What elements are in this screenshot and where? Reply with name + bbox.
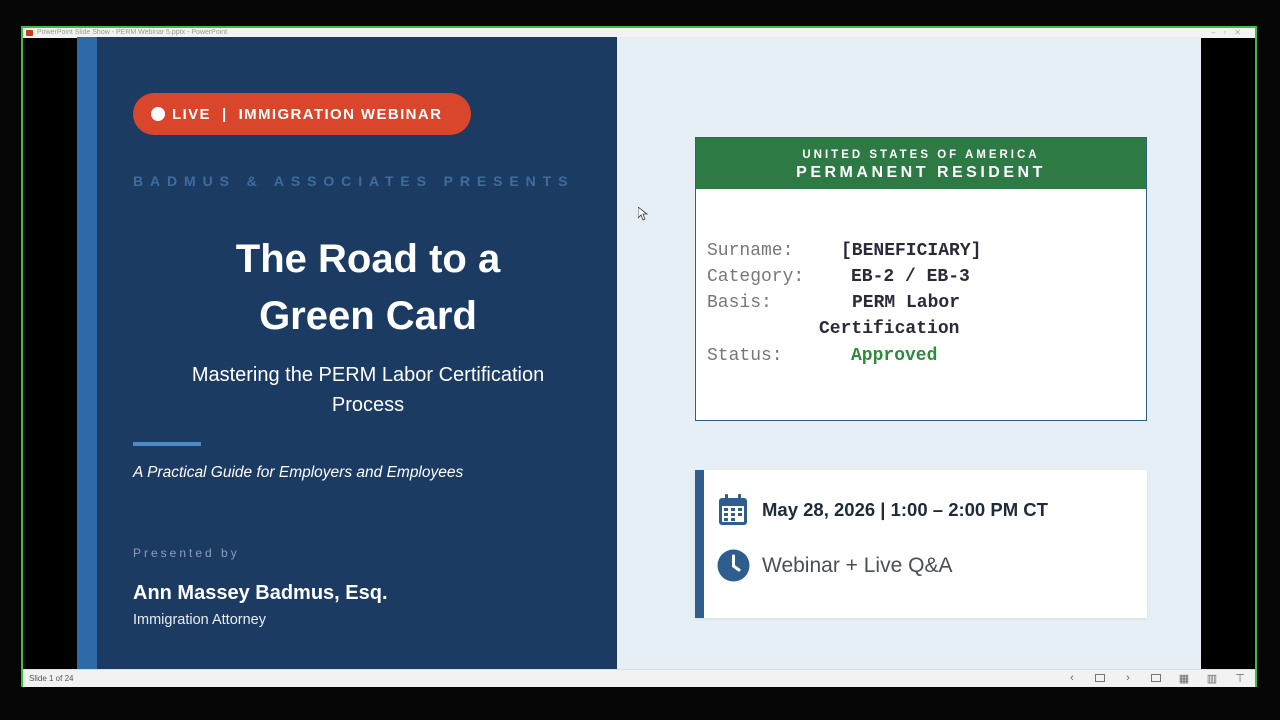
slide-menu-icon[interactable] [1093, 672, 1107, 684]
slide-subtitle: Mastering the PERM Labor Certification P… [133, 360, 603, 420]
slide-title: The Road to a Green Card [133, 231, 603, 345]
calendar-icon [719, 494, 747, 525]
card-header-country: UNITED STATES OF AMERICA [802, 149, 1040, 161]
live-badge: LIVE | IMMIGRATION WEBINAR [133, 93, 471, 135]
basis-value-line-2: Certification [819, 319, 960, 339]
presented-by-label: Presented by [133, 546, 240, 560]
event-date-time: May 28, 2026 | 1:00 – 2:00 PM CT [762, 499, 1048, 520]
accent-stripe [77, 37, 97, 669]
slide-counter: Slide 1 of 24 [29, 674, 74, 683]
event-format: Webinar + Live Q&A [762, 554, 953, 577]
presents-text: BADMUS & ASSOCIATES PRESENTS [133, 173, 575, 189]
mouse-cursor-icon [638, 207, 648, 221]
guide-text: A Practical Guide for Employers and Empl… [133, 464, 464, 481]
reading-view-icon[interactable]: ▥ [1205, 672, 1219, 685]
presenter-name: Ann Massey Badmus, Esq. [133, 582, 388, 604]
divider-line [133, 442, 201, 446]
live-separator: | [221, 105, 228, 123]
normal-view-icon[interactable] [1149, 672, 1163, 684]
left-panel: LIVE | IMMIGRATION WEBINAR BADMUS & ASSO… [77, 37, 617, 669]
slideshow-view-icon[interactable]: ⊤ [1233, 672, 1247, 685]
subtitle-line-2: Process [331, 394, 405, 416]
window-title: PowerPoint Slide Show - PERM Webinar 5.p… [37, 29, 228, 36]
basis-value-line-1: PERM Labor [852, 293, 961, 313]
surname-label: Surname: [707, 241, 794, 261]
surname-value: [BENEFICIARY] [841, 241, 982, 261]
title-line-1: The Road to a [235, 237, 501, 281]
card-header-title: PERMANENT RESIDENT [796, 164, 1046, 181]
green-card-graphic: UNITED STATES OF AMERICA PERMANENT RESID… [695, 137, 1147, 421]
card-header: UNITED STATES OF AMERICA PERMANENT RESID… [696, 138, 1146, 189]
category-value: EB-2 / EB-3 [851, 267, 970, 287]
status-bar: Slide 1 of 24 ‹ › ▦ ▥ ⊤ [23, 669, 1255, 687]
webinar-label: IMMIGRATION WEBINAR [238, 105, 443, 123]
window-controls[interactable]: –▫✕ [1211, 28, 1249, 38]
clock-icon [717, 549, 750, 582]
title-line-2: Green Card [259, 294, 477, 338]
event-details-box: May 28, 2026 | 1:00 – 2:00 PM CT Webinar… [695, 470, 1147, 618]
slide[interactable]: LIVE | IMMIGRATION WEBINAR BADMUS & ASSO… [77, 37, 1201, 669]
basis-label: Basis: [707, 293, 772, 313]
presenter-role: Immigration Attorney [133, 612, 266, 628]
status-label: Status: [707, 346, 783, 366]
slide-sorter-icon[interactable]: ▦ [1177, 672, 1191, 685]
category-label: Category: [707, 267, 805, 287]
subtitle-line-1: Mastering the PERM Labor Certification [191, 364, 545, 386]
previous-slide-icon[interactable]: ‹ [1065, 672, 1079, 684]
powerpoint-icon [26, 30, 33, 36]
live-dot-icon [151, 107, 165, 121]
status-value: Approved [851, 346, 938, 366]
slideshow-window: PowerPoint Slide Show - PERM Webinar 5.p… [21, 26, 1257, 687]
live-label: LIVE [172, 105, 211, 123]
next-slide-icon[interactable]: › [1121, 672, 1135, 684]
statusbar-controls: ‹ › ▦ ▥ ⊤ [1065, 672, 1247, 685]
